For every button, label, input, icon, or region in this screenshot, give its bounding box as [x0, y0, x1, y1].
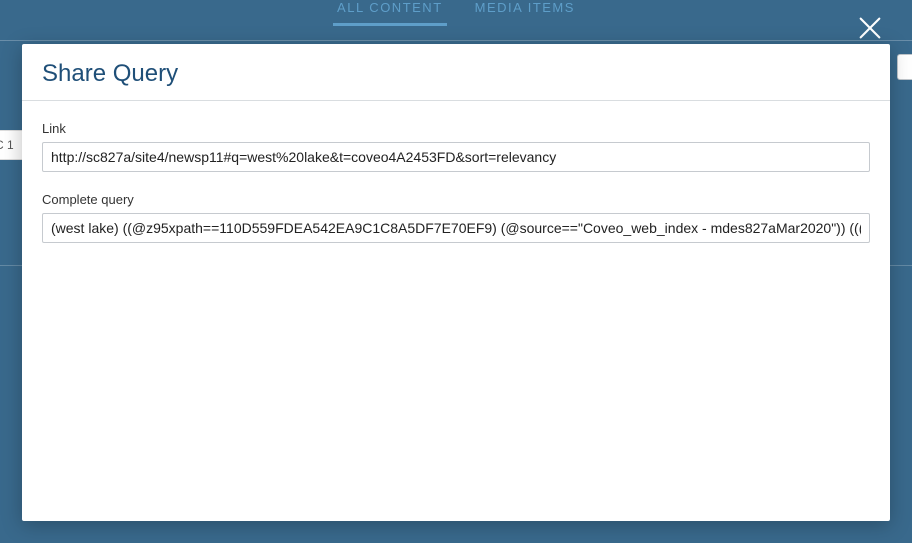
link-label: Link	[42, 121, 870, 136]
tab-media-items[interactable]: MEDIA ITEMS	[471, 0, 579, 26]
link-input[interactable]	[42, 142, 870, 172]
modal-header: Share Query	[22, 44, 890, 101]
close-icon	[856, 14, 884, 42]
complete-query-label: Complete query	[42, 192, 870, 207]
complete-query-input[interactable]	[42, 213, 870, 243]
tab-all-content[interactable]: ALL CONTENT	[333, 0, 447, 26]
background-button-fragment	[897, 54, 912, 80]
close-button[interactable]	[856, 14, 884, 42]
modal-body: Link Complete query	[22, 101, 890, 261]
modal-title: Share Query	[42, 60, 870, 88]
share-query-modal: Share Query Link Complete query	[22, 44, 890, 521]
background-tabs: ALL CONTENT MEDIA ITEMS	[0, 0, 912, 26]
background-divider	[0, 40, 912, 41]
